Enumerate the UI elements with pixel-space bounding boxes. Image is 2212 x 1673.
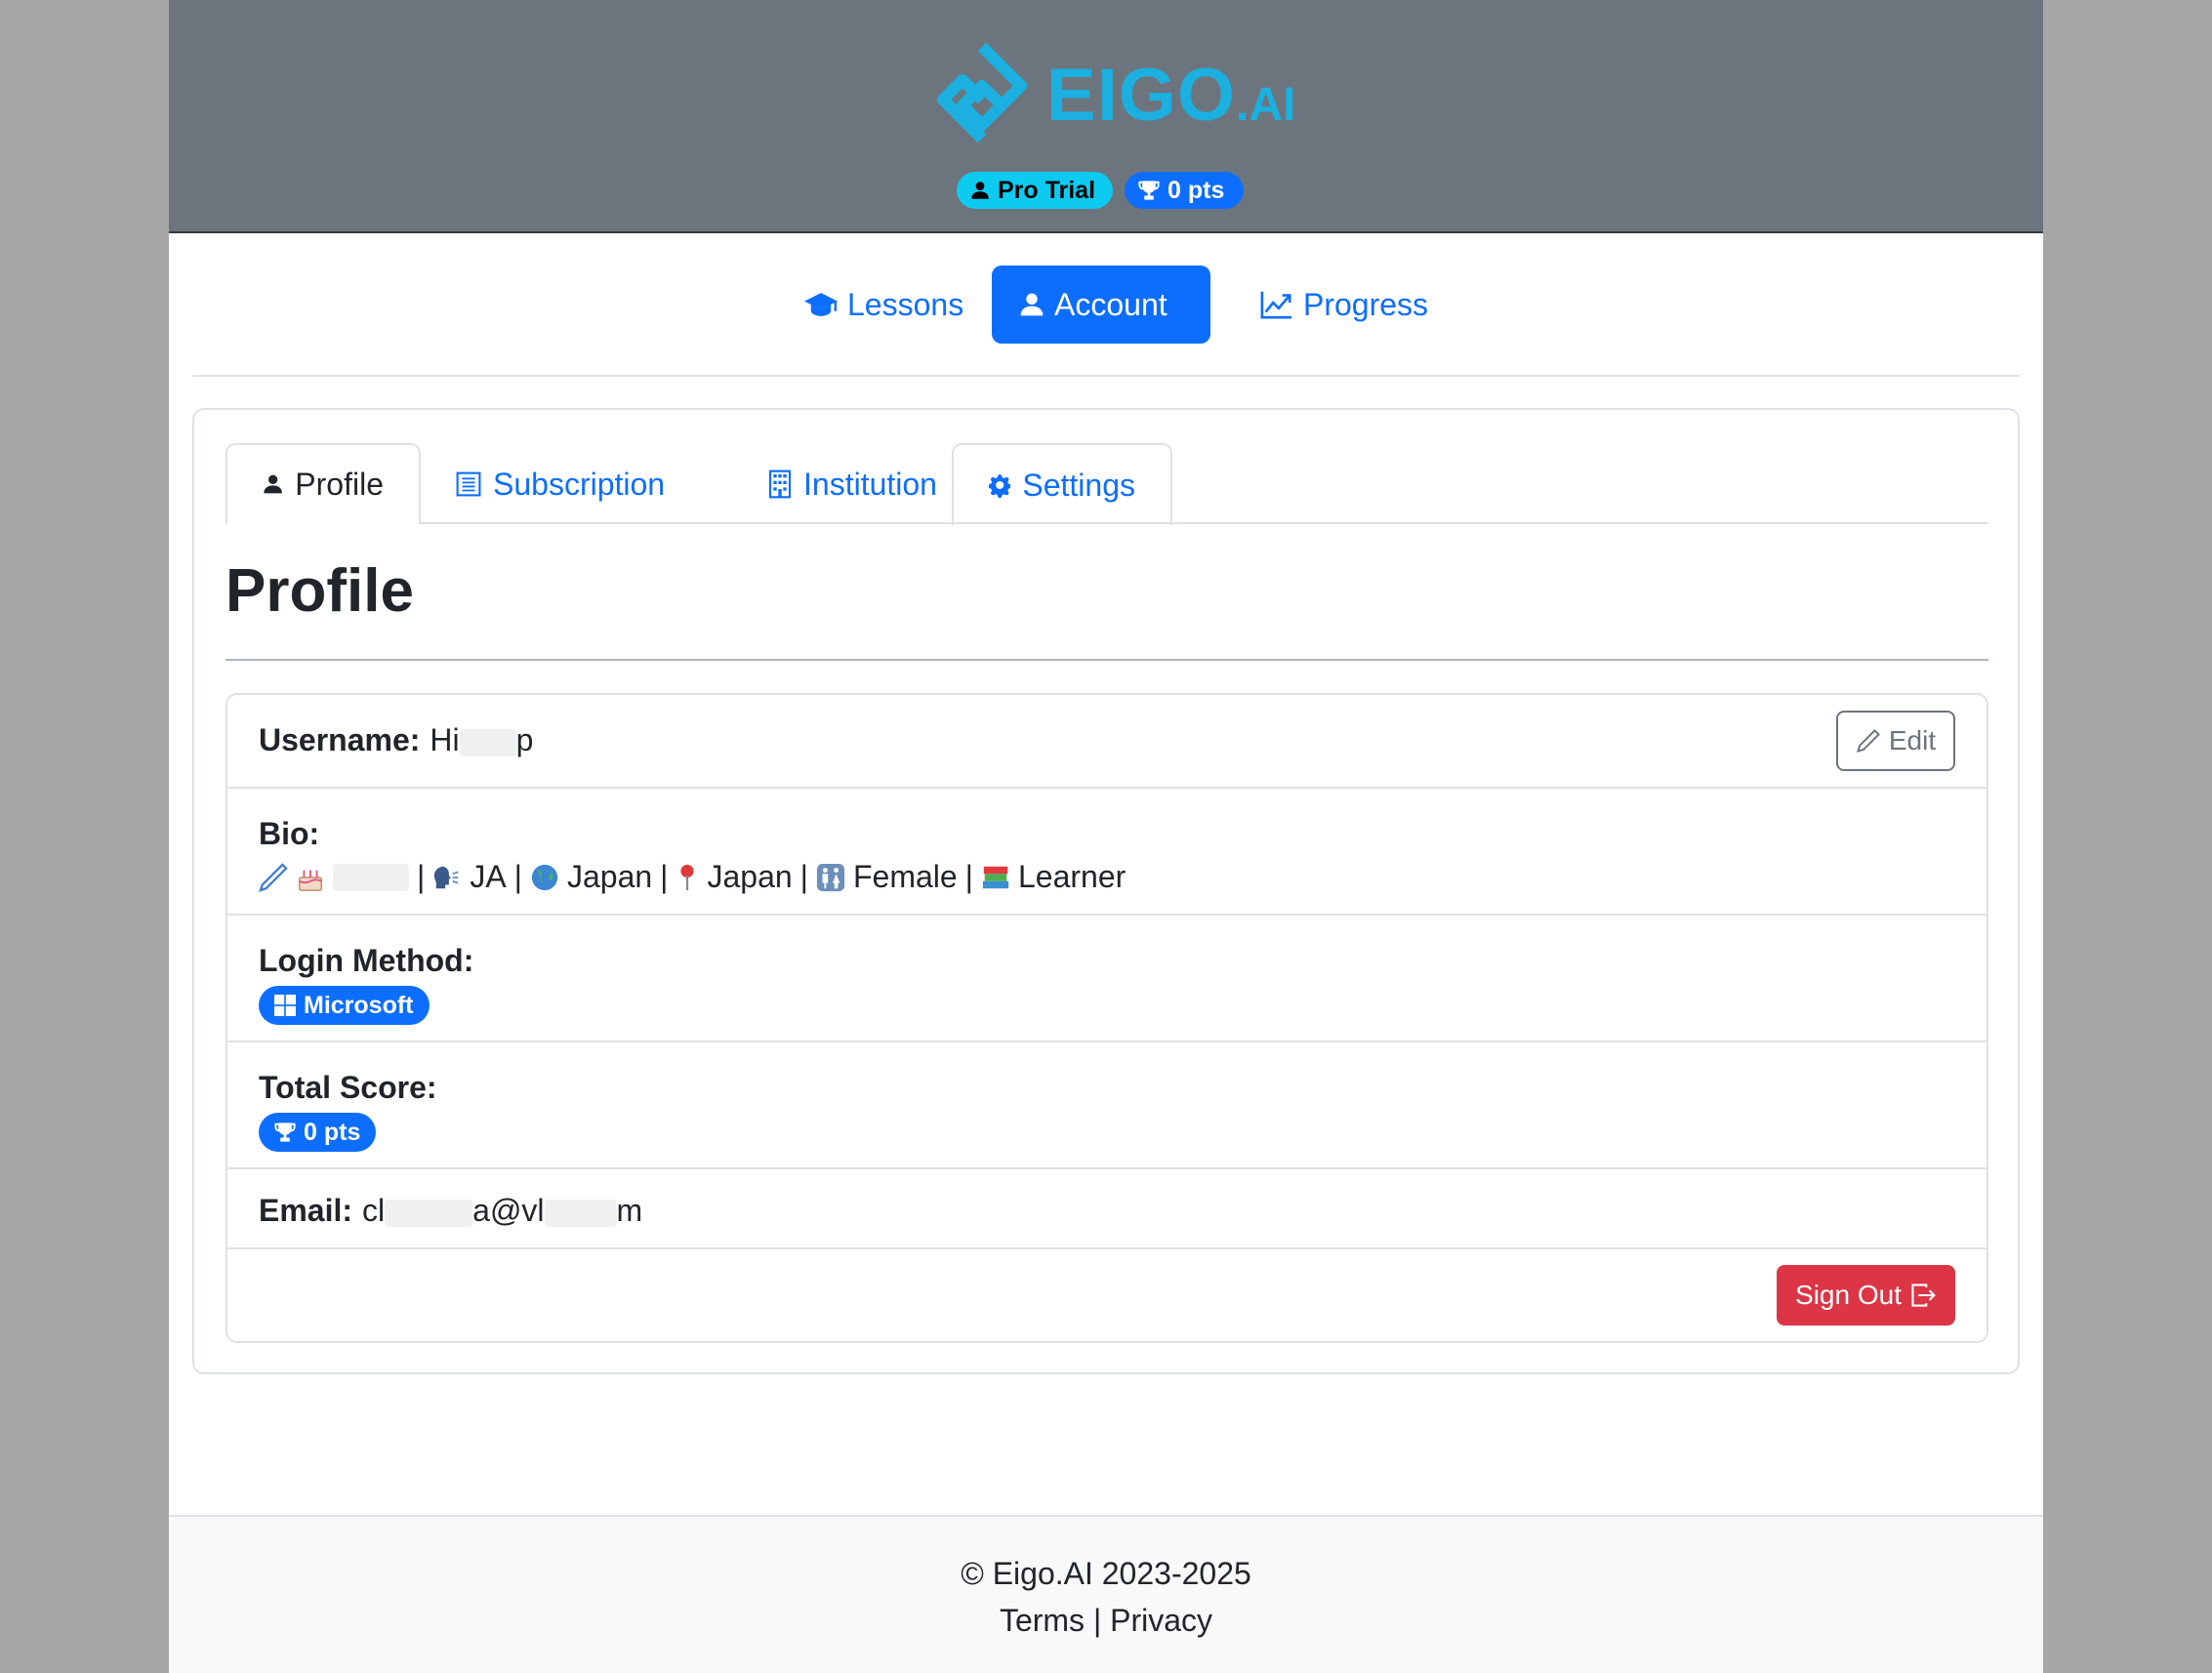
total-score-badge: 0 pts <box>259 1113 377 1152</box>
terms-link[interactable]: Terms <box>1000 1603 1085 1638</box>
nav-item-progress[interactable]: Progress <box>1233 265 1455 344</box>
page-title: Profile <box>225 557 414 625</box>
edit-button[interactable]: Edit <box>1836 711 1955 771</box>
nav-item-label: Progress <box>1303 286 1429 322</box>
tab-label: Profile <box>295 466 384 502</box>
pencil-icon <box>1856 729 1880 753</box>
nav-item-label: Lessons <box>847 286 964 322</box>
tab-label: Settings <box>1022 467 1135 503</box>
tab-subscription[interactable]: Subscription <box>421 443 700 525</box>
trophy-icon <box>1138 181 1160 200</box>
globe-icon <box>531 864 558 890</box>
divider <box>192 375 2020 377</box>
chart-line-icon <box>1260 291 1292 319</box>
footer: © Eigo.AI 2023-2025 Terms | Privacy <box>169 1515 2043 1673</box>
copyright: © Eigo.AI 2023-2025 <box>961 1556 1251 1591</box>
building-icon <box>768 469 792 499</box>
main-nav: Lessons Account Progress <box>169 265 2043 344</box>
bio-row: Bio: | JA | Japan | Japan | Female | Lea… <box>227 789 1987 916</box>
gear-icon <box>989 474 1011 499</box>
actions-row: Sign Out <box>227 1249 1987 1341</box>
person-icon <box>1020 293 1044 316</box>
account-tabs: Profile Subscription Institution Setting… <box>225 443 1988 525</box>
username-row: Username: Hi p Edit <box>227 695 1987 789</box>
tab-institution[interactable]: Institution <box>733 443 972 525</box>
tab-profile[interactable]: Profile <box>225 443 421 525</box>
divider <box>225 659 1988 661</box>
tab-label: Institution <box>803 466 937 502</box>
email-label: Email: <box>259 1193 353 1228</box>
eigo-logo-icon <box>937 42 1027 143</box>
username-label: Username: <box>259 722 421 757</box>
tab-settings[interactable]: Settings <box>952 443 1172 525</box>
eigo-logo[interactable]: EIGO.AI <box>928 39 1295 146</box>
login-method-label: Login Method: <box>259 943 474 978</box>
windows-icon <box>274 995 296 1016</box>
birthday-cake-icon <box>299 870 322 891</box>
document-list-icon <box>456 471 481 497</box>
person-icon <box>971 182 989 199</box>
tab-label: Subscription <box>493 466 666 502</box>
app-header: EIGO.AI Pro Trial 0 pts <box>169 0 2043 233</box>
login-method-badge: Microsoft <box>259 986 430 1025</box>
login-method-row: Login Method: Microsoft <box>227 916 1987 1042</box>
bio-text: | JA | Japan | Japan | Female | Learner <box>259 859 1126 895</box>
account-card: Profile Subscription Institution Setting… <box>192 408 2020 1374</box>
email-value: cl a@vl m <box>362 1193 643 1228</box>
footer-links: Terms | Privacy <box>169 1603 2043 1639</box>
edit-button-label: Edit <box>1888 725 1937 755</box>
page: EIGO.AI Pro Trial 0 pts Lessons Account … <box>169 0 2043 1673</box>
person-icon <box>264 474 282 494</box>
privacy-link[interactable]: Privacy <box>1110 1603 1212 1638</box>
nav-item-lessons[interactable]: Lessons <box>777 265 991 344</box>
total-score-row: Total Score: 0 pts <box>227 1042 1987 1169</box>
graduation-cap-icon <box>804 293 838 316</box>
email-row: Email: cl a@vl m <box>227 1169 1987 1249</box>
map-pin-icon <box>680 864 695 890</box>
plan-badge-label: Pro Trial <box>998 177 1096 204</box>
username-value: Hi p <box>430 722 534 757</box>
bio-label: Bio: <box>259 816 320 851</box>
books-icon <box>982 866 1009 888</box>
restroom-icon <box>816 863 845 891</box>
logo-wordmark: EIGO.AI <box>1046 54 1296 137</box>
sign-out-label: Sign Out <box>1795 1280 1902 1310</box>
trophy-icon <box>274 1122 296 1142</box>
points-badge: 0 pts <box>1125 172 1244 209</box>
total-score-label: Total Score: <box>259 1070 437 1105</box>
sign-out-icon <box>1911 1284 1936 1307</box>
profile-details: Username: Hi p Edit Bio: | JA | Japan | … <box>225 693 1988 1343</box>
plan-badge: Pro Trial <box>957 172 1113 209</box>
pencil-emoji-icon <box>259 862 288 892</box>
nav-item-account[interactable]: Account <box>992 265 1210 344</box>
sign-out-button[interactable]: Sign Out <box>1777 1265 1955 1326</box>
points-badge-label: 0 pts <box>1167 177 1225 204</box>
speaking-head-icon <box>434 866 459 888</box>
nav-item-label: Account <box>1054 286 1167 322</box>
footer-separator: | <box>1092 1603 1102 1638</box>
